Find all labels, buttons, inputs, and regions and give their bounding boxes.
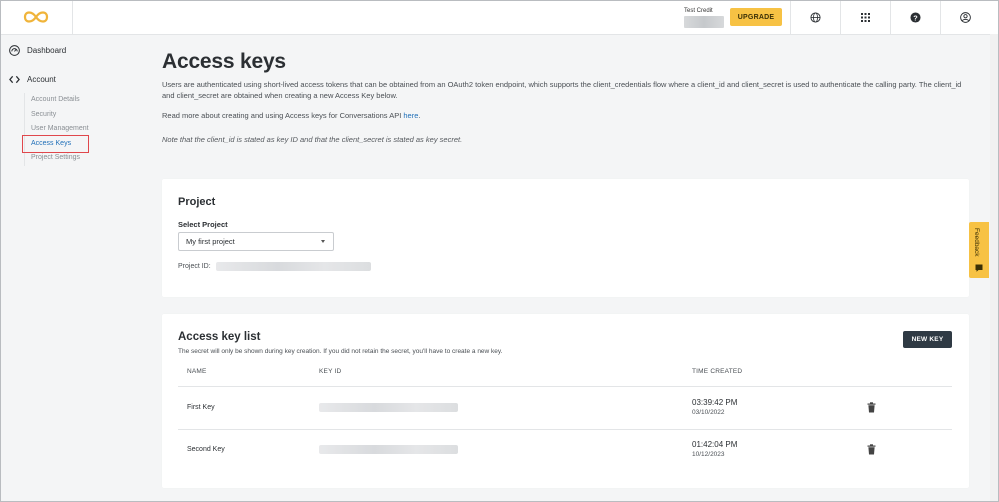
- feedback-tab[interactable]: Feedback: [969, 222, 989, 278]
- test-credit: Test Credit: [684, 8, 724, 28]
- highlight-box: [22, 135, 89, 153]
- feedback-chat-icon: [975, 264, 983, 272]
- column-header-name: NAME: [187, 368, 207, 375]
- divider: [178, 429, 952, 430]
- user-icon: [960, 11, 971, 23]
- help-icon: ?: [910, 11, 921, 23]
- main-content: Access keys Users are authenticated usin…: [162, 50, 968, 144]
- project-id-label: Project ID:: [178, 263, 211, 270]
- sidebar-item-dashboard[interactable]: Dashboard: [9, 45, 66, 56]
- page-title: Access keys: [162, 50, 286, 73]
- key-time: 01:42:04 PM: [692, 440, 738, 449]
- project-select-value: My first project: [186, 237, 235, 246]
- access-key-list-subtext: The secret will only be shown during key…: [178, 348, 503, 355]
- sidebar-item-label: Account: [27, 75, 56, 84]
- key-time: 03:39:42 PM: [692, 398, 738, 407]
- page-scrollbar[interactable]: [990, 34, 999, 502]
- key-name: First Key: [187, 404, 215, 411]
- access-key-list-card: Access key list The secret will only be …: [162, 314, 969, 488]
- project-id-value-redacted: [216, 262, 371, 271]
- sidebar-item-project-settings[interactable]: Project Settings: [31, 151, 89, 166]
- read-more-text: Read more about creating and using Acces…: [162, 111, 421, 120]
- page-description: Users are authenticated using short-live…: [162, 80, 962, 100]
- svg-text:?: ?: [913, 13, 918, 22]
- apps-grid-icon: [861, 12, 870, 22]
- upgrade-button[interactable]: UPGRADE: [730, 8, 782, 26]
- key-date: 10/12/2023: [692, 451, 725, 458]
- trash-icon[interactable]: [867, 444, 876, 455]
- apps-button[interactable]: [840, 0, 890, 34]
- credit-label: Test Credit: [684, 8, 713, 14]
- profile-button[interactable]: [940, 0, 990, 34]
- column-header-time-created: TIME CREATED: [692, 368, 743, 375]
- read-more-link[interactable]: here: [403, 111, 418, 120]
- trash-icon[interactable]: [867, 402, 876, 413]
- key-id-redacted: [319, 445, 458, 454]
- chevron-down-icon: [321, 240, 325, 243]
- sidebar-item-label: Dashboard: [27, 46, 67, 55]
- key-id-redacted: [319, 403, 458, 412]
- help-button[interactable]: ?: [890, 0, 940, 34]
- select-project-label: Select Project: [178, 220, 228, 229]
- project-heading: Project: [178, 196, 216, 208]
- column-header-key-id: KEY ID: [319, 368, 342, 375]
- globe-icon: [810, 11, 821, 23]
- feedback-label: Feedback: [973, 228, 980, 257]
- project-card: Project Select Project My first project …: [162, 179, 969, 297]
- logo[interactable]: [0, 0, 73, 34]
- account-subnav: Account Details Security User Management…: [24, 93, 89, 166]
- top-bar: Test Credit UPGRADE ?: [0, 0, 999, 35]
- infinity-logo-icon: [23, 11, 49, 23]
- read-more-prefix: Read more about creating and using Acces…: [162, 111, 404, 120]
- key-date: 03/10/2022: [692, 409, 725, 416]
- dashboard-gauge-icon: [9, 45, 20, 56]
- key-note: Note that the client_id is stated as key…: [162, 135, 463, 144]
- project-select[interactable]: My first project: [178, 232, 334, 251]
- divider: [178, 386, 952, 387]
- sidebar-item-security[interactable]: Security: [31, 108, 89, 123]
- new-key-button[interactable]: NEW KEY: [903, 331, 952, 348]
- sidebar-item-account[interactable]: Account: [9, 74, 56, 85]
- sidebar-item-account-details[interactable]: Account Details: [31, 93, 89, 108]
- key-name: Second Key: [187, 446, 225, 453]
- read-more-suffix: .: [418, 111, 421, 120]
- credit-value-redacted: [684, 16, 724, 28]
- language-button[interactable]: [790, 0, 840, 34]
- code-brackets-icon: [9, 75, 20, 84]
- access-key-list-heading: Access key list: [178, 331, 261, 343]
